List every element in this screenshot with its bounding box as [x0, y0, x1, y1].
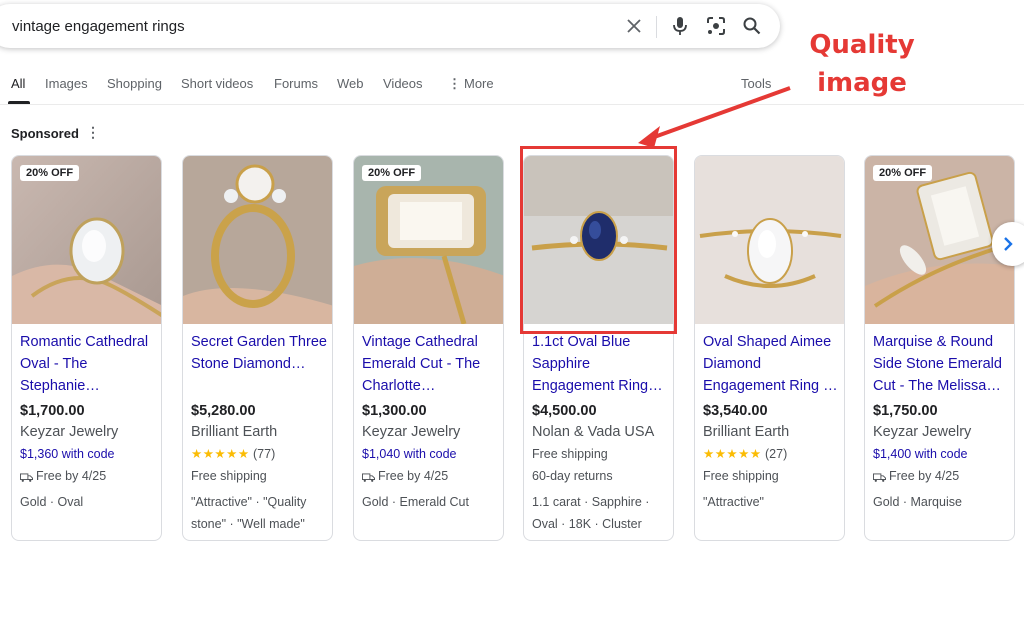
- tab-more[interactable]: ⋮ More: [448, 76, 494, 92]
- truck-icon: [873, 473, 886, 482]
- promo-code-text: $1,040 with code: [362, 447, 457, 461]
- product-image[interactable]: [354, 156, 504, 324]
- product-image[interactable]: [183, 156, 333, 324]
- search-divider: [656, 16, 657, 38]
- tab-short-videos[interactable]: Short videos: [181, 76, 253, 91]
- truck-icon: [20, 473, 33, 482]
- product-card[interactable]: 20% OFF Vintage Cathedral Emerald Cut - …: [353, 155, 504, 541]
- product-attributes: 1.1 carat · Sapphire ·: [532, 495, 650, 509]
- product-seller: Keyzar Jewelry: [20, 424, 119, 440]
- tab-forums[interactable]: Forums: [274, 76, 318, 91]
- discount-badge: 20% OFF: [362, 165, 422, 181]
- delivery-label: Free by 4/25: [36, 469, 107, 483]
- highlight-box: [520, 146, 677, 334]
- discount-badge: 20% OFF: [873, 165, 933, 181]
- delivery-text: Free by 4/25: [20, 465, 160, 487]
- product-seller: Brilliant Earth: [703, 424, 790, 440]
- search-input[interactable]: vintage engagement rings: [12, 18, 185, 35]
- annotation-label: Quality image: [806, 26, 918, 102]
- product-title[interactable]: Romantic Cathedral Oval - The Stephanie…: [20, 331, 160, 397]
- product-seller: Nolan & Vada USA: [532, 424, 655, 440]
- tabs-divider: [0, 104, 1024, 105]
- returns-text: 60-day returns: [532, 469, 613, 483]
- product-rating: ★★★★★ (77): [191, 443, 331, 465]
- product-price: $1,700.00: [20, 403, 85, 419]
- product-seller: Keyzar Jewelry: [362, 424, 461, 440]
- product-card[interactable]: Secret Garden Three Stone Diamond… $5,28…: [182, 155, 333, 541]
- product-image[interactable]: [695, 156, 845, 324]
- annotation-line-2: image: [817, 68, 907, 98]
- tab-images[interactable]: Images: [45, 76, 88, 91]
- discount-badge: 20% OFF: [20, 165, 80, 181]
- star-rating-icon: ★★★★★: [191, 447, 250, 461]
- review-count: (27): [765, 447, 788, 461]
- annotation-line-1: Quality: [809, 30, 915, 60]
- annotation-arrow: [638, 86, 791, 148]
- product-card[interactable]: 20% OFF Marquise & Round Side Stone Emer…: [864, 155, 1015, 541]
- product-title[interactable]: Vintage Cathedral Emerald Cut - The Char…: [362, 331, 502, 397]
- product-seller: Keyzar Jewelry: [873, 424, 972, 440]
- tab-all[interactable]: All: [11, 76, 25, 91]
- product-attributes: Gold · Marquise: [873, 495, 962, 509]
- promo-code-text: $1,360 with code: [20, 447, 115, 461]
- product-price: $3,540.00: [703, 403, 768, 419]
- promo-code-text: $1,400 with code: [873, 447, 968, 461]
- delivery-label: Free by 4/25: [378, 469, 449, 483]
- delivery-text: Free by 4/25: [873, 465, 1013, 487]
- sponsored-label: Sponsored: [11, 126, 79, 141]
- delivery-text: Free by 4/25: [362, 465, 502, 487]
- product-card[interactable]: 20% OFF Romantic Cathedral Oval - The St…: [11, 155, 162, 541]
- product-rating: ★★★★★ (27): [703, 443, 843, 465]
- product-attributes-continued: Oval · 18K · Cluster: [532, 517, 642, 531]
- tab-shopping[interactable]: Shopping: [107, 76, 162, 91]
- product-price: $1,750.00: [873, 403, 938, 419]
- tab-web[interactable]: Web: [337, 76, 364, 91]
- product-price: $4,500.00: [532, 403, 597, 419]
- product-seller: Brilliant Earth: [191, 424, 278, 440]
- carousel-next-button[interactable]: [992, 222, 1024, 266]
- product-title[interactable]: Oval Shaped Aimee Diamond Engagement Rin…: [703, 331, 843, 397]
- search-icon[interactable]: [740, 14, 764, 38]
- product-title[interactable]: Secret Garden Three Stone Diamond…: [191, 331, 331, 397]
- tab-videos[interactable]: Videos: [383, 76, 423, 91]
- microphone-icon[interactable]: [668, 14, 692, 38]
- shipping-text: Free shipping: [703, 469, 779, 483]
- review-snippet: "Attractive" · "Quality: [191, 495, 307, 509]
- review-snippet-continued: stone" · "Well made": [191, 517, 305, 531]
- product-title[interactable]: 1.1ct Oval Blue Sapphire Engagement Ring…: [532, 331, 672, 397]
- product-image[interactable]: [12, 156, 162, 324]
- product-attributes: Gold · Emerald Cut: [362, 495, 469, 509]
- more-dots-icon: ⋮: [448, 76, 461, 91]
- lens-camera-icon[interactable]: [704, 14, 728, 38]
- tab-more-label: More: [464, 76, 494, 91]
- review-snippet: "Attractive": [703, 495, 764, 509]
- review-count: (77): [253, 447, 276, 461]
- delivery-label: Free by 4/25: [889, 469, 960, 483]
- product-title[interactable]: Marquise & Round Side Stone Emerald Cut …: [873, 331, 1013, 397]
- shipping-text: Free shipping: [191, 469, 267, 483]
- product-card[interactable]: Oval Shaped Aimee Diamond Engagement Rin…: [694, 155, 845, 541]
- star-rating-icon: ★★★★★: [703, 447, 762, 461]
- chevron-right-icon: [1004, 237, 1013, 251]
- clear-icon[interactable]: [622, 14, 646, 38]
- product-price: $1,300.00: [362, 403, 427, 419]
- shipping-text: Free shipping: [532, 447, 608, 461]
- product-price: $5,280.00: [191, 403, 256, 419]
- more-options-icon[interactable]: ⋮: [86, 124, 100, 141]
- search-bar[interactable]: vintage engagement rings: [0, 4, 780, 48]
- truck-icon: [362, 473, 375, 482]
- product-attributes: Gold · Oval: [20, 495, 84, 509]
